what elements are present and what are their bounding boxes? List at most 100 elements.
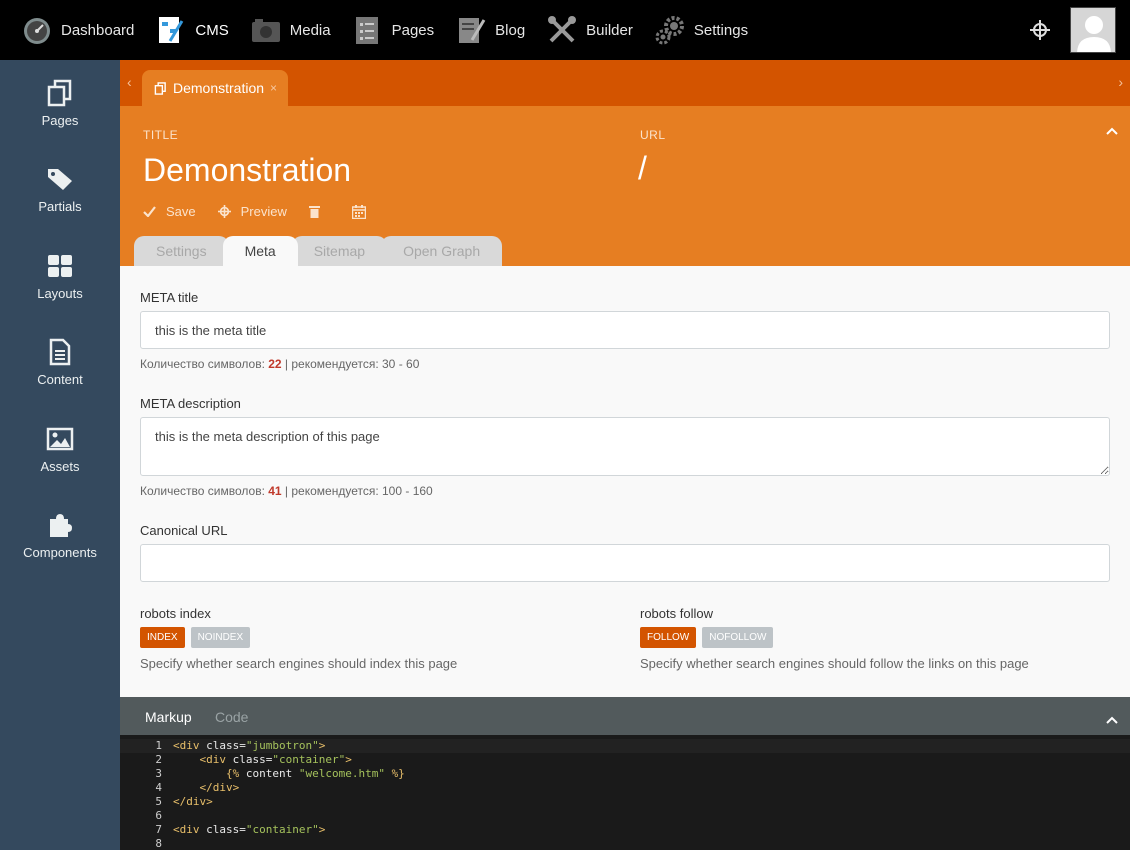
url-field[interactable]: / [638, 150, 647, 187]
delete-button[interactable] [308, 205, 330, 218]
avatar[interactable] [1070, 7, 1116, 53]
sidebar-item-components[interactable]: Components [0, 493, 120, 580]
help-prefix: Количество символов: [140, 357, 269, 371]
meta-title-label: META title [140, 290, 199, 305]
tags-icon [46, 165, 74, 193]
document-tabbar: ‹ Demonstration × › [120, 60, 1130, 106]
topnav-right [1030, 0, 1130, 60]
nav-blog[interactable]: Blog [434, 0, 525, 60]
sidebar-item-label: Components [23, 545, 97, 561]
line-number: 7 [155, 823, 162, 836]
nav-builder-label: Builder [586, 21, 633, 39]
tab-settings[interactable]: Settings [134, 236, 229, 266]
sidebar-item-content[interactable]: Content [0, 320, 120, 407]
code-line: 7 <div class="container"> [120, 823, 1130, 837]
pages-icon [154, 81, 167, 95]
chevron-right-icon[interactable]: › [1118, 74, 1123, 90]
meta-title-help: Количество символов: 22 | рекомендуется:… [140, 357, 419, 371]
code-line: 1 <div class="jumbotron"> [120, 739, 1130, 753]
meta-title-input[interactable] [140, 311, 1110, 349]
line-number: 1 [155, 739, 162, 752]
line-number: 2 [155, 753, 162, 766]
tab-code[interactable]: Code [215, 709, 248, 725]
line-number: 8 [155, 837, 162, 850]
crosshair-icon[interactable] [1030, 20, 1050, 40]
main-area: ‹ Demonstration × › TITLE Demonstration … [120, 60, 1130, 850]
robots-index-label: robots index [140, 606, 211, 621]
canonical-url-input[interactable] [140, 544, 1110, 582]
tab-open-graph[interactable]: Open Graph [381, 236, 503, 266]
title-field[interactable]: Demonstration [143, 152, 351, 189]
code-line: 2 <div class="container"> [120, 753, 1130, 767]
noindex-button[interactable]: NOINDEX [190, 627, 251, 648]
calendar-button[interactable] [351, 204, 376, 219]
chevron-left-icon[interactable]: ‹ [127, 74, 132, 90]
close-icon[interactable]: × [270, 81, 277, 95]
line-number: 3 [155, 767, 162, 780]
sidebar: Pages Partials Layouts Content Assets Co… [0, 60, 120, 850]
nav-media[interactable]: Media [229, 0, 331, 60]
code-line: 3 {% content "welcome.htm" %} [120, 767, 1130, 781]
robots-index-toggle: INDEX NOINDEX [140, 627, 256, 648]
tab-markup[interactable]: Markup [145, 709, 192, 725]
code-line: 4 </div> [120, 781, 1130, 795]
nav-pages[interactable]: Pages [331, 0, 434, 60]
sidebar-item-layouts[interactable]: Layouts [0, 233, 120, 320]
puzzle-icon [46, 511, 74, 539]
help-suffix: | рекомендуется: 30 - 60 [281, 357, 420, 371]
page-header: TITLE Demonstration URL / Save Preview S [120, 106, 1130, 266]
sidebar-item-partials[interactable]: Partials [0, 147, 120, 234]
grid-icon [46, 252, 74, 280]
form-tabs: Settings Meta Sitemap Open Graph [134, 236, 503, 266]
sidebar-item-pages[interactable]: Pages [0, 60, 120, 147]
sidebar-item-assets[interactable]: Assets [0, 406, 120, 493]
robots-follow-toggle: FOLLOW NOFOLLOW [640, 627, 779, 648]
editor-tabbar: Markup Code [120, 697, 1130, 735]
follow-button[interactable]: FOLLOW [640, 627, 697, 648]
tab-sitemap[interactable]: Sitemap [291, 236, 388, 266]
top-navigation: Dashboard CMS Media Pages Blog Builder S… [0, 0, 1130, 60]
title-label: TITLE [143, 128, 179, 142]
line-number: 5 [155, 795, 162, 808]
user-silhouette-icon [1071, 8, 1115, 52]
save-button[interactable]: Save [143, 204, 196, 219]
gears-icon [655, 15, 685, 45]
tab-meta[interactable]: Meta [222, 236, 298, 266]
tab-demonstration[interactable]: Demonstration × [142, 70, 288, 106]
meta-description-help: Количество символов: 41 | рекомендуется:… [140, 484, 433, 498]
tab-label: Demonstration [173, 80, 265, 96]
nav-media-label: Media [289, 21, 331, 39]
meta-description-label: META description [140, 396, 241, 411]
trash-icon [308, 206, 320, 218]
char-count: 22 [268, 357, 282, 371]
preview-label: Preview [240, 204, 287, 219]
tools-icon [547, 15, 577, 45]
cms-icon [156, 15, 186, 45]
nav-dashboard[interactable]: Dashboard [0, 0, 134, 60]
help-prefix: Количество символов: [140, 484, 269, 498]
meta-description-textarea[interactable]: this is the meta description of this pag… [140, 417, 1110, 476]
chevron-up-icon[interactable] [1106, 122, 1118, 138]
code-line: 8 [120, 837, 1130, 850]
speedometer-icon [22, 15, 52, 45]
robots-follow-label: robots follow [640, 606, 713, 621]
nav-cms[interactable]: CMS [134, 0, 229, 60]
nav-blog-label: Blog [495, 21, 526, 39]
image-icon [46, 425, 74, 453]
chevron-up-icon[interactable] [1106, 711, 1118, 729]
crosshair-icon [217, 205, 231, 218]
nav-settings[interactable]: Settings [633, 0, 748, 60]
line-number: 6 [155, 809, 162, 822]
line-number: 4 [155, 781, 162, 794]
check-icon [143, 206, 156, 217]
sidebar-item-label: Pages [41, 112, 79, 128]
sidebar-item-label: Content [37, 372, 83, 388]
nav-builder[interactable]: Builder [525, 0, 633, 60]
code-line: 5 </div> [120, 795, 1130, 809]
code-editor[interactable]: 1 <div class="jumbotron"> 2 <div class="c… [120, 735, 1130, 850]
index-button[interactable]: INDEX [140, 627, 185, 648]
nav-cms-label: CMS [195, 21, 229, 39]
nofollow-button[interactable]: NOFOLLOW [702, 627, 774, 648]
preview-button[interactable]: Preview [217, 204, 287, 219]
camera-icon [251, 15, 281, 45]
